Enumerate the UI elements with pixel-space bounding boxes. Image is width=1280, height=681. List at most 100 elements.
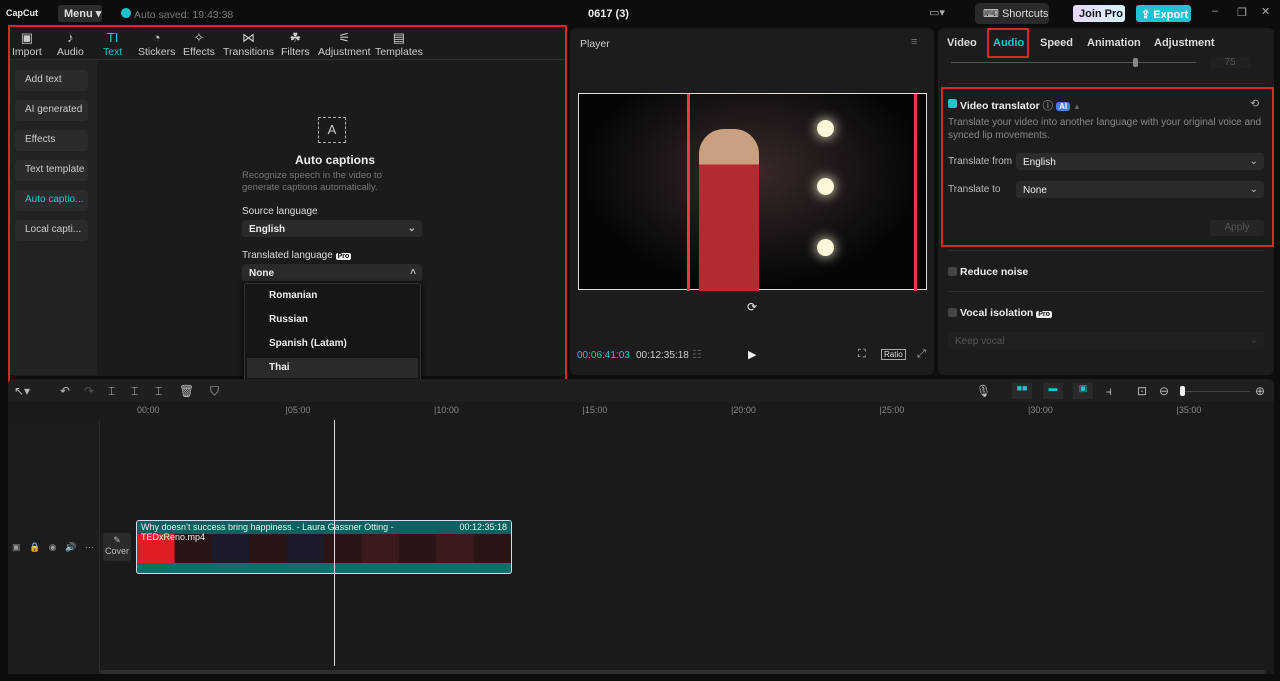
- preview-axis-icon[interactable]: ⫞: [1106, 384, 1112, 399]
- translated-language-label: Translated language Pro: [242, 250, 352, 261]
- magnet-icon[interactable]: ▬: [1043, 383, 1063, 399]
- cover-toggle-icon[interactable]: ▣: [12, 542, 21, 552]
- reduce-noise-checkbox[interactable]: [948, 267, 957, 276]
- tab-audio[interactable]: ♪ Audio: [57, 30, 84, 58]
- menu-button[interactable]: Menu ▾: [58, 5, 102, 22]
- play-icon[interactable]: ▶: [748, 348, 756, 361]
- split-right-icon[interactable]: ⌶: [155, 384, 162, 399]
- redo-icon[interactable]: ↷: [84, 384, 94, 398]
- tab-stickers[interactable]: ◔ Stickers: [138, 30, 175, 58]
- translate-to-select[interactable]: None ⌄: [1016, 181, 1264, 198]
- translated-label-text: Translated language: [242, 250, 333, 261]
- split-left-icon[interactable]: ⌶: [131, 384, 138, 399]
- sidebar-item[interactable]: AI generated: [15, 100, 88, 121]
- sidebar-item[interactable]: Effects: [15, 130, 88, 151]
- eye-icon[interactable]: ◉: [49, 542, 57, 552]
- reset-icon[interactable]: ⟲: [1250, 97, 1259, 110]
- language-option[interactable]: Thai: [247, 358, 418, 378]
- tab-transitions[interactable]: ⋈ Transitions: [223, 30, 274, 58]
- minimize-icon[interactable]: –: [1212, 5, 1218, 17]
- tab-filters[interactable]: ☘ Filters: [281, 30, 310, 58]
- collapse-icon[interactable]: ▲: [1073, 102, 1081, 111]
- sidebar-item[interactable]: Auto captio...: [15, 190, 88, 211]
- help-icon[interactable]: ⓘ: [1043, 100, 1054, 112]
- ratio-button[interactable]: Ratio: [881, 349, 906, 360]
- menu-label: Menu: [64, 8, 93, 20]
- tab-templates[interactable]: ▤ Templates: [375, 30, 423, 58]
- volume-icon[interactable]: 🔊: [65, 542, 76, 552]
- tab-text[interactable]: TI Text: [103, 30, 122, 58]
- inspector-tab-audio[interactable]: Audio: [993, 37, 1024, 49]
- sidebar-item[interactable]: Text template: [15, 160, 88, 181]
- track-controls: ▣ 🔒 ◉ 🔊 ⋯: [12, 542, 94, 553]
- audio-icon: ♪: [67, 30, 74, 45]
- sidebar-item[interactable]: Local capti...: [15, 220, 88, 241]
- language-option[interactable]: Spanish (Latam): [247, 334, 418, 354]
- zoom-slider[interactable]: [1180, 386, 1250, 396]
- vocal-isolation-checkbox[interactable]: [948, 308, 957, 317]
- keep-vocal-select[interactable]: Keep vocal ⌄: [948, 332, 1264, 349]
- maximize-icon[interactable]: ❐: [1237, 6, 1247, 19]
- shield-icon[interactable]: ⛉: [210, 384, 219, 399]
- translate-to-label: Translate to: [948, 184, 1001, 195]
- close-icon[interactable]: ✕: [1261, 5, 1270, 18]
- language-option[interactable]: Russian: [247, 310, 418, 330]
- lock-icon[interactable]: 🔒: [29, 542, 40, 552]
- delete-icon[interactable]: 🗑: [179, 384, 194, 398]
- tab-adjustment[interactable]: ⚟ Adjustment: [318, 30, 371, 58]
- auto-captions-icon: A: [318, 117, 346, 143]
- inspector-tab-animation[interactable]: Animation: [1087, 37, 1141, 49]
- video-translator-checkbox[interactable]: [948, 99, 957, 108]
- divider: [948, 83, 1264, 84]
- translate-from-select[interactable]: English ⌄: [1016, 153, 1264, 170]
- link-icon[interactable]: ▣: [1073, 383, 1093, 399]
- rotate-icon[interactable]: ⟳: [747, 300, 757, 314]
- volume-value[interactable]: 75: [1210, 57, 1250, 68]
- inspector-tab-adjustment[interactable]: Adjustment: [1154, 37, 1215, 49]
- microphone-icon[interactable]: 🎙: [976, 384, 991, 398]
- zoom-handle[interactable]: [1180, 386, 1185, 396]
- link-main-track-icon[interactable]: ■■: [1012, 383, 1032, 399]
- chevron-down-icon: ⌄: [1249, 184, 1258, 195]
- horizontal-scrollbar[interactable]: [100, 670, 1265, 674]
- sidebar-item[interactable]: Add text: [15, 70, 88, 91]
- more-icon[interactable]: ⋯: [85, 542, 94, 552]
- tab-import[interactable]: ▣ Import: [12, 30, 42, 58]
- inspector-tab-speed[interactable]: Speed: [1040, 37, 1073, 49]
- ruler-tick: |20:00: [731, 405, 756, 415]
- shortcuts-button[interactable]: ⌨ Shortcuts: [975, 3, 1049, 24]
- layout-icon[interactable]: ▭▾: [929, 6, 945, 19]
- join-pro-button[interactable]: Join Pro: [1073, 5, 1125, 22]
- source-language-value: English: [249, 224, 286, 235]
- vocal-isolation-label: Vocal isolation: [960, 307, 1034, 319]
- export-button[interactable]: ⇪ Export: [1136, 5, 1191, 22]
- fullscreen-icon[interactable]: ⤢: [917, 348, 926, 361]
- keep-vocal-value: Keep vocal: [955, 336, 1005, 347]
- zoom-out-icon[interactable]: ⊖: [1159, 384, 1169, 398]
- divider: [948, 291, 1264, 292]
- translated-language-select[interactable]: None ˄: [242, 264, 422, 281]
- source-language-select[interactable]: English ⌄: [242, 220, 422, 237]
- select-tool-icon[interactable]: ↖▾: [14, 384, 30, 398]
- red-light-bar: [687, 94, 690, 291]
- video-clip[interactable]: Why doesn’t success bring happiness. - L…: [136, 520, 512, 574]
- zoom-in-icon[interactable]: ⊕: [1255, 384, 1265, 398]
- inspector-tab-video[interactable]: Video: [947, 37, 977, 49]
- undo-icon[interactable]: ↶: [60, 384, 70, 398]
- reduce-noise-label: Reduce noise: [960, 266, 1029, 278]
- export-label: Export: [1153, 9, 1189, 21]
- zoom-fit-timeline-icon[interactable]: ⊡: [1137, 384, 1147, 398]
- volume-handle[interactable]: [1133, 58, 1138, 67]
- check-icon: [121, 8, 131, 18]
- volume-slider[interactable]: [951, 58, 1196, 67]
- language-option[interactable]: Romanian: [247, 286, 418, 306]
- player-menu-icon[interactable]: ≡: [911, 36, 917, 48]
- cover-button[interactable]: ✎ Cover: [103, 533, 131, 561]
- apply-button[interactable]: Apply: [1210, 220, 1264, 236]
- timecode-grid-icon[interactable]: ☷: [692, 348, 702, 361]
- playhead[interactable]: [334, 420, 335, 666]
- tab-effects[interactable]: ✧ Effects: [183, 30, 215, 58]
- zoom-fit-icon[interactable]: ⛶: [858, 348, 866, 361]
- divider: [948, 250, 1264, 251]
- split-icon[interactable]: ⌶: [108, 384, 115, 399]
